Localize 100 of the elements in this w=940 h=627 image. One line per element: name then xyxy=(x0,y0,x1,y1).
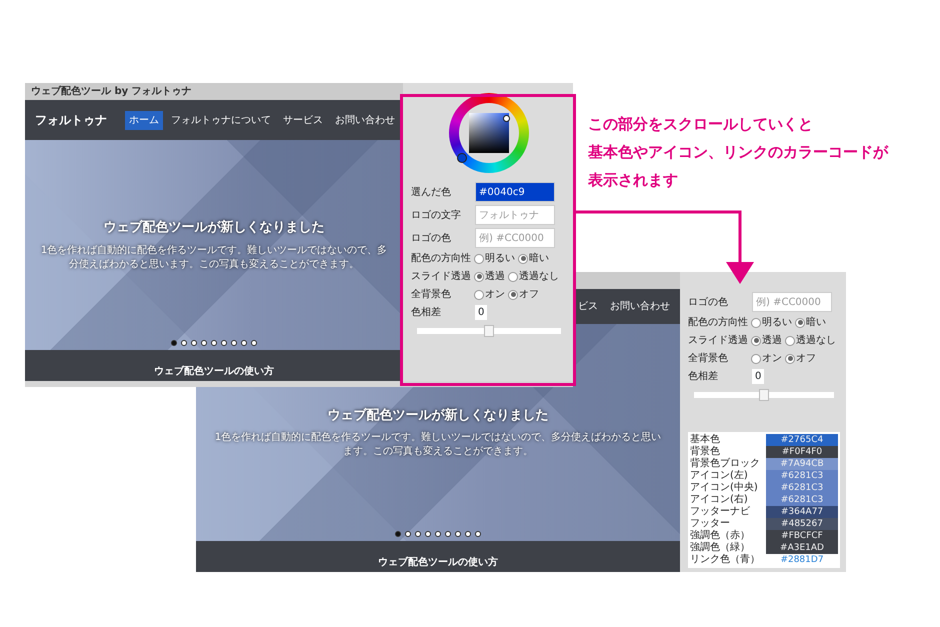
color-code: #2765C4 xyxy=(766,434,838,446)
slider-thumb[interactable] xyxy=(759,389,769,401)
option-label: スライド透過 xyxy=(688,334,748,348)
radio-button[interactable] xyxy=(474,254,484,264)
callout-text: 基本色やアイコン、リンクのカラーコードが xyxy=(588,142,888,163)
color-code: #7A94CB xyxy=(766,458,838,470)
color-name: アイコン(右) xyxy=(690,494,749,506)
carousel-dot[interactable] xyxy=(211,340,217,346)
option-label: 配色の方向性 xyxy=(411,252,471,266)
option-label: スライド透過 xyxy=(411,270,471,284)
hero-heading: ウェブ配色ツールが新しくなりました xyxy=(328,406,548,425)
color-code: #485267 xyxy=(766,518,838,530)
value-display: 0 xyxy=(475,305,488,320)
color-name: アイコン(中央) xyxy=(690,482,759,494)
color-code: #364A77 xyxy=(766,506,838,518)
footer-heading: ウェブ配色ツールの使い方 xyxy=(378,555,498,570)
radio-label: 明るい xyxy=(762,316,792,330)
radio-label: オン xyxy=(762,352,782,366)
radio-label: 透過なし xyxy=(519,270,559,284)
radio-label: 透過なし xyxy=(796,334,836,348)
radio-button[interactable] xyxy=(518,254,528,264)
nav-link[interactable]: サービス xyxy=(279,110,327,130)
carousel-dot[interactable] xyxy=(425,531,431,537)
carousel-dot[interactable] xyxy=(475,531,481,537)
carousel-dot[interactable] xyxy=(191,340,197,346)
color-code: #A3E1AD xyxy=(766,542,838,554)
field-label: ロゴの色 xyxy=(411,232,452,246)
color-name: 強調色（赤） xyxy=(690,530,751,542)
option-label: 全背景色 xyxy=(688,352,729,366)
color-code: #6281C3 xyxy=(766,470,838,482)
option-label: 全背景色 xyxy=(411,288,452,302)
carousel-dot[interactable] xyxy=(201,340,207,346)
slider-thumb[interactable] xyxy=(484,325,494,337)
color-name: アイコン(左) xyxy=(690,470,749,482)
carousel-dot[interactable] xyxy=(231,340,237,346)
footer-heading: ウェブ配色ツールの使い方 xyxy=(154,364,274,379)
value-display: 0 xyxy=(752,369,764,384)
carousel-dot[interactable] xyxy=(465,531,471,537)
carousel-dot[interactable] xyxy=(415,531,421,537)
color-name: リンク色（青） xyxy=(690,554,761,566)
input-field[interactable]: #0040c9 xyxy=(475,182,555,202)
color-name: 背景色ブロック xyxy=(690,458,761,470)
nav-link[interactable]: フォルトゥナについて xyxy=(167,110,275,130)
carousel-dot[interactable] xyxy=(241,340,247,346)
radio-button[interactable] xyxy=(751,336,761,346)
option-label: 配色の方向性 xyxy=(688,316,748,330)
hue-slider[interactable] xyxy=(694,389,834,401)
radio-button[interactable] xyxy=(508,272,518,282)
field-label: ロゴの文字 xyxy=(411,208,462,222)
color-name: 強調色（緑） xyxy=(690,542,751,554)
field-label: 色相差 xyxy=(688,370,719,384)
nav-link[interactable]: ビス xyxy=(574,297,602,316)
radio-label: 暗い xyxy=(806,316,826,330)
color-name: フッターナビ xyxy=(690,506,751,518)
hero-text: 1色を作れば自動的に配色を作るツールです。難しいツールではないので、多分使えばわかると思います。この写真も変えることができます。 xyxy=(214,431,662,460)
carousel-dot[interactable] xyxy=(181,340,187,346)
radio-label: 明るい xyxy=(485,252,515,266)
color-name: 基本色 xyxy=(690,434,721,446)
radio-button[interactable] xyxy=(474,290,484,300)
carousel-dot[interactable] xyxy=(435,531,441,537)
nav-link[interactable]: お問い合わせ xyxy=(331,110,399,130)
color-code: #FBCFCF xyxy=(766,530,838,542)
color-code: #6281C3 xyxy=(766,494,838,506)
radio-button[interactable] xyxy=(751,354,761,364)
hue-slider[interactable] xyxy=(417,325,561,337)
radio-button[interactable] xyxy=(785,354,795,364)
radio-button[interactable] xyxy=(474,272,484,282)
carousel-dot[interactable] xyxy=(221,340,227,346)
input-field[interactable]: 例) #CC0000 xyxy=(475,228,555,248)
radio-button[interactable] xyxy=(795,318,805,328)
carousel-dot[interactable] xyxy=(405,531,411,537)
color-code: #6281C3 xyxy=(766,482,838,494)
callout-text: 表示されます xyxy=(588,170,679,191)
hero-text: 1色を作れば自動的に配色を作るツールです。難しいツールではないので、多分使えばわかると思います。この写真も変えることができます。 xyxy=(40,244,388,272)
radio-label: オフ xyxy=(796,352,816,366)
nav-link[interactable]: お問い合わせ xyxy=(606,297,674,316)
radio-label: 暗い xyxy=(529,252,549,266)
input-field[interactable]: 例) #CC0000 xyxy=(752,292,832,312)
input-field[interactable]: フォルトゥナ xyxy=(475,205,555,225)
color-name: フッター xyxy=(690,518,731,530)
radio-label: 透過 xyxy=(485,270,505,284)
carousel-dot[interactable] xyxy=(395,531,401,537)
site-logo[interactable]: フォルトゥナ xyxy=(35,111,107,129)
carousel-dot[interactable] xyxy=(455,531,461,537)
field-label: 色相差 xyxy=(411,306,442,320)
color-code: #F0F4F0 xyxy=(766,446,838,458)
radio-label: オン xyxy=(485,288,505,302)
carousel-dot[interactable] xyxy=(251,340,257,346)
callout-text: この部分をスクロールしていくと xyxy=(588,114,814,135)
radio-label: 透過 xyxy=(762,334,782,348)
radio-button[interactable] xyxy=(751,318,761,328)
field-label: 選んだ色 xyxy=(411,186,452,200)
carousel-dot[interactable] xyxy=(445,531,451,537)
color-name: 背景色 xyxy=(690,446,721,458)
hero-heading: ウェブ配色ツールが新しくなりました xyxy=(104,218,324,238)
carousel-dot[interactable] xyxy=(171,340,177,346)
radio-button[interactable] xyxy=(508,290,518,300)
field-label: ロゴの色 xyxy=(688,296,729,310)
nav-link[interactable]: ホーム xyxy=(125,110,163,130)
radio-button[interactable] xyxy=(785,336,795,346)
